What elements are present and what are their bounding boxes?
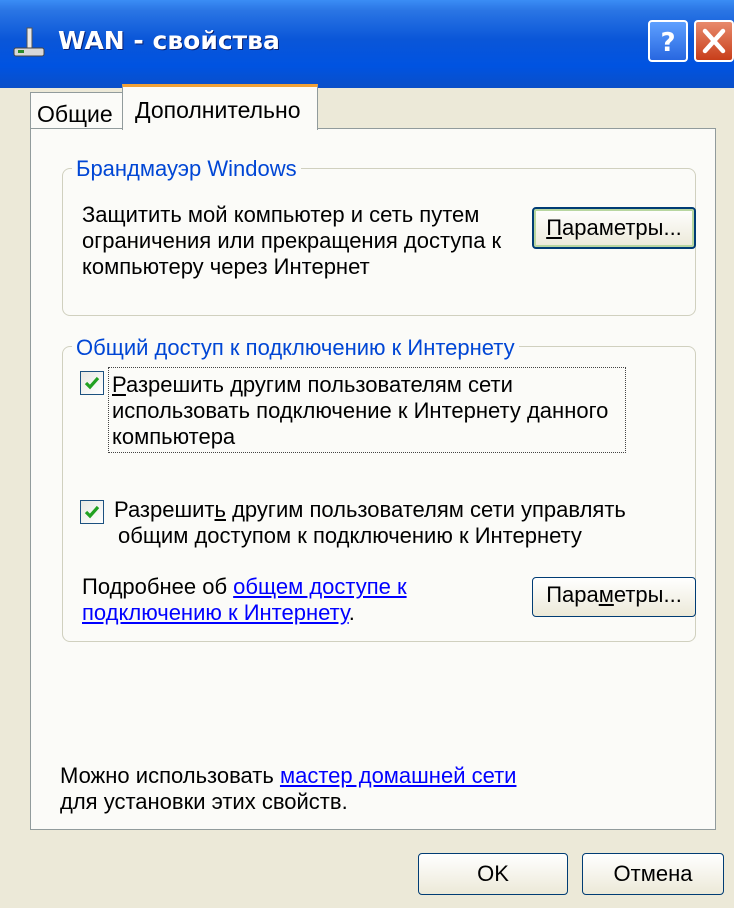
allow-use-label-rest: азрешить другим пользователям сети xyxy=(125,372,513,397)
allow-control-label[interactable]: Разрешить другим пользователям сети упра… xyxy=(114,497,626,549)
firewall-settings-label: араметры... xyxy=(562,215,682,240)
tab-general[interactable]: Общие xyxy=(30,92,124,130)
footer-line-1: Можно использовать мастер домашней сети xyxy=(60,763,516,789)
properties-dialog: WAN - свойства ? Общие Дополнительно Бра… xyxy=(0,0,734,908)
svg-text:?: ? xyxy=(660,28,675,58)
allow-control-checkbox[interactable] xyxy=(80,500,104,524)
allow-control-accel: ь xyxy=(214,497,226,522)
allow-control-label-line: Разрешить другим пользователям сети упра… xyxy=(114,497,626,523)
firewall-settings-accel: П xyxy=(546,215,562,240)
ics-help-link-continued[interactable]: подключению к Интернету xyxy=(82,600,349,625)
firewall-legend: Брандмауэр Windows xyxy=(72,156,301,182)
ics-settings-label-rest: етры... xyxy=(613,582,682,607)
footer-prefix: Можно использовать xyxy=(60,763,280,788)
allow-control-label-rest: другим пользователям сети управлять xyxy=(225,497,626,522)
window-title: WAN - свойства xyxy=(58,26,280,55)
more-info-suffix: . xyxy=(348,600,355,625)
ok-button[interactable]: OK xyxy=(418,853,568,895)
allow-use-label[interactable]: Разрешить другим пользователям сети испо… xyxy=(112,372,608,450)
tab-general-label: Общие xyxy=(37,101,113,127)
more-info-line-2: подключению к Интернету. xyxy=(82,600,407,626)
home-network-wizard-note: Можно использовать мастер домашней сети … xyxy=(60,763,516,815)
home-network-wizard-link[interactable]: мастер домашней сети xyxy=(280,763,517,788)
ics-settings-label-pre: Пара xyxy=(546,582,599,607)
help-button[interactable]: ? xyxy=(648,20,688,62)
more-info-prefix: Подробнее об xyxy=(82,574,234,599)
firewall-description-line: ограничения или прекращения доступа к xyxy=(82,228,502,253)
allow-use-label-line: компьютера xyxy=(112,424,236,449)
title-bar[interactable]: WAN - свойства ? xyxy=(0,0,734,88)
allow-use-accel: Р xyxy=(112,372,126,397)
ics-more-info: Подробнее об общем доступе к подключению… xyxy=(82,574,407,626)
firewall-description-line: Защитить мой компьютер и сеть путем xyxy=(82,202,480,227)
tab-advanced[interactable]: Дополнительно xyxy=(122,84,318,130)
allow-use-label-line: использовать подключение к Интернету дан… xyxy=(112,398,609,423)
ics-legend: Общий доступ к подключению к Интернету xyxy=(72,335,519,361)
more-info-line-1: Подробнее об общем доступе к xyxy=(82,574,407,600)
ics-settings-accel: м xyxy=(598,582,614,607)
allow-use-checkbox[interactable] xyxy=(80,371,104,395)
firewall-description-line: компьютеру через Интернет xyxy=(82,254,370,279)
tab-advanced-label: Дополнительно xyxy=(135,97,301,123)
footer-line-2: для установки этих свойств. xyxy=(60,789,348,814)
allow-use-label-line: Разрешить другим пользователям сети xyxy=(112,372,608,398)
network-connection-icon xyxy=(12,26,46,60)
ics-help-link[interactable]: общем доступе к xyxy=(233,574,406,599)
cancel-button[interactable]: Отмена xyxy=(582,853,724,895)
close-button[interactable] xyxy=(694,20,734,62)
allow-control-label-pre: Разрешит xyxy=(114,497,215,522)
firewall-description: Защитить мой компьютер и сеть путем огра… xyxy=(82,202,501,280)
ics-settings-button[interactable]: Параметры... xyxy=(532,577,696,617)
firewall-settings-button[interactable]: Параметры... xyxy=(532,207,696,249)
allow-control-label-line: общим доступом к подключению к Интернету xyxy=(118,523,582,548)
